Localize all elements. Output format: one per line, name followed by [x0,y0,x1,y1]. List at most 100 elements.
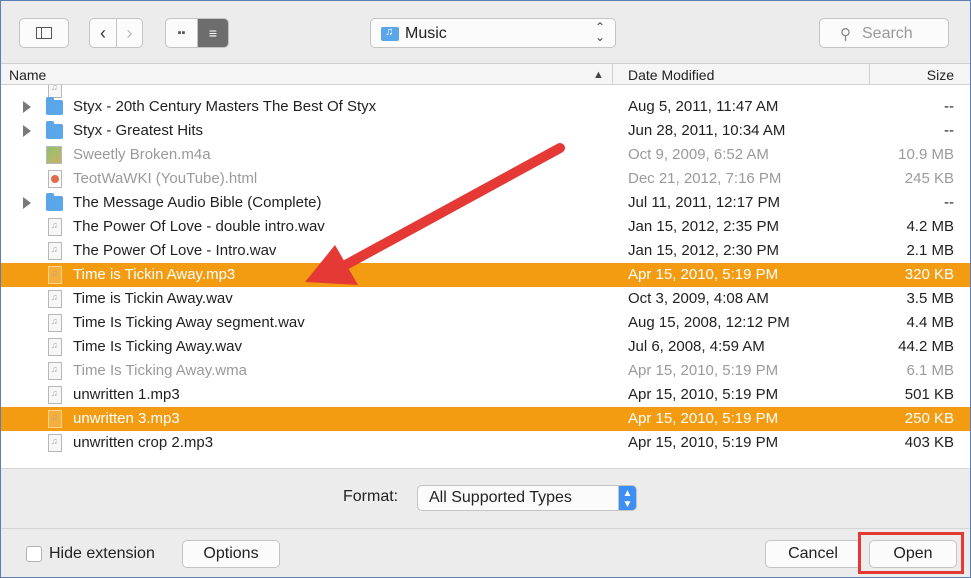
chevron-updown-icon: ⌃ ⌄ [594,20,605,44]
list-item-date: Apr 15, 2010, 5:19 PM [628,266,779,283]
list-item-date: Apr 15, 2010, 5:19 PM [628,362,779,379]
chevron-left-icon: ‹ [100,22,106,43]
list-item-size: -- [944,98,954,115]
list-item[interactable]: Sweetly Broken.m4a Oct 9, 2009, 6:52 AM 10… [1,143,970,167]
list-item[interactable]: Time Is Ticking Away.wav Jul 6, 2008, 4:5… [1,335,970,359]
list-item-name: TeotWaWKI (YouTube).html [73,170,258,187]
list-item-size: 44.2 MB [898,338,954,355]
file-icon [48,218,62,236]
list-item[interactable]: Time Is Ticking Away.wma Apr 15, 2010, 5:… [1,359,970,383]
list-item[interactable]: unwritten crop 2.mp3 Apr 15, 2010, 5:19 P… [1,431,970,455]
list-item-name: Sweetly Broken.m4a [73,146,211,163]
list-item-date: Oct 3, 2009, 4:08 AM [628,290,769,307]
list-item-name: Styx - Greatest Hits [73,122,204,139]
toolbar: ‹ › ▪▪ ≡ Music ⌃⌄ ⚲ Search [1,1,970,63]
list-item-date: Oct 9, 2009, 6:52 AM [628,146,769,163]
list-view-button[interactable]: ≡ [196,19,228,47]
open-button-highlight [858,532,964,574]
column-size[interactable]: Size [927,67,954,83]
format-value: All Supported Types [429,489,572,506]
list-icon: ≡ [208,25,218,41]
column-date-modified[interactable]: Date Modified [628,67,714,83]
list-item-date: Jan 15, 2012, 2:30 PM [628,242,779,259]
view-mode-buttons: ▪▪ ≡ [165,18,229,48]
icon-view-button[interactable]: ▪▪ [166,19,197,47]
grid-icon: ▪▪ [177,27,186,39]
list-item-name: Time is Tickin Away.wav [73,290,233,307]
list-item[interactable]: The Power Of Love - double intro.wav Jan … [1,215,970,239]
list-item-size: 501 KB [904,386,954,403]
list-item-size: 4.2 MB [906,218,954,235]
column-divider[interactable] [869,64,870,86]
list-item-size: 3.5 MB [906,290,954,307]
search-field[interactable]: ⚲ Search [819,18,949,48]
back-button[interactable]: ‹ [90,19,116,47]
column-name[interactable]: Name [9,67,46,83]
list-item[interactable]: TeotWaWKI (YouTube).html Dec 21, 2012, 7:… [1,167,970,191]
sidebar-toggle-button[interactable] [19,18,69,48]
format-bar: Format: All Supported Types ▲ ▼ [1,468,970,528]
list-item-date: Jul 11, 2011, 12:17 PM [628,194,781,211]
list-item[interactable]: Styx - 20th Century Masters The Best Of … [1,95,970,119]
location-label: Music [405,25,447,42]
format-select[interactable]: All Supported Types ▲ ▼ [417,485,637,511]
hide-extension-checkbox[interactable] [26,546,42,562]
list-item-name: The Message Audio Bible (Complete) [73,194,322,211]
list-item[interactable]: Time Is Ticking Away segment.wav Aug 15, … [1,311,970,335]
column-divider[interactable] [612,64,613,86]
hide-extension-label[interactable]: Hide extension [49,545,155,563]
list-item[interactable]: unwritten 3.mp3 Apr 15, 2010, 5:19 PM 250 … [1,407,970,431]
list-item-size: 4.4 MB [906,314,954,331]
open-file-dialog: ‹ › ▪▪ ≡ Music ⌃⌄ ⚲ Search Name ▲ Date M… [0,0,971,578]
audio-icon [46,146,62,164]
list-item-size: 245 KB [904,170,954,187]
format-label: Format: [343,488,399,505]
list-item-size: -- [944,194,954,211]
options-button[interactable]: Options [182,540,280,568]
location-popup[interactable]: Music ⌃⌄ [370,18,616,48]
chevron-updown-icon: ▲ ▼ [618,485,637,511]
file-icon [48,266,62,284]
list-item[interactable]: Time is Tickin Away.mp3 Apr 15, 2010, 5:1… [1,263,970,287]
list-item-name: Time Is Ticking Away.wma [73,362,247,379]
list-item-size: 6.1 MB [906,362,954,379]
folder-icon [46,121,63,139]
list-item-date: Jun 28, 2011, 10:34 AM [628,122,786,139]
folder-icon [46,97,63,115]
list-item-date: Apr 15, 2010, 5:19 PM [628,410,779,427]
list-item[interactable]: Time is Tickin Away.wav Oct 3, 2009, 4:08… [1,287,970,311]
list-item-date: Dec 21, 2012, 7:16 PM [628,170,782,187]
bottom-bar: Hide extension Options Cancel Open [1,528,970,577]
list-item-name: unwritten 1.mp3 [73,386,180,403]
disclosure-triangle-icon[interactable] [23,125,31,137]
html-icon [48,170,62,188]
chevron-right-icon: › [126,22,133,43]
file-icon [48,410,62,428]
disclosure-triangle-icon[interactable] [23,101,31,113]
music-folder-icon [381,26,399,41]
file-icon [48,290,62,308]
list-item-date: Jan 15, 2012, 2:35 PM [628,218,779,235]
list-item-size: 250 KB [904,410,954,427]
search-icon: ⚲ [840,26,851,43]
list-item-size: 2.1 MB [906,242,954,259]
list-item-name: Time Is Ticking Away segment.wav [73,314,305,331]
list-item-name: unwritten crop 2.mp3 [73,434,214,451]
list-item[interactable]: The Message Audio Bible (Complete) Jul 11… [1,191,970,215]
disclosure-triangle-icon[interactable] [23,197,31,209]
file-icon [48,386,62,404]
list-item-date: Apr 15, 2010, 5:19 PM [628,386,779,403]
column-header: Name ▲ Date Modified Size [1,63,970,86]
list-item[interactable]: Styx - Greatest Hits Jun 28, 2011, 10:34 … [1,119,970,143]
sidebar-icon [36,27,52,39]
file-icon [48,362,62,380]
file-list[interactable]: Styx - 20th Century Masters The Best Of … [1,85,970,468]
list-item-size: 10.9 MB [898,146,954,163]
list-item-size: 320 KB [904,266,954,283]
forward-button[interactable]: › [116,19,142,47]
list-item-name: The Power Of Love - double intro.wav [73,218,325,235]
list-item[interactable]: unwritten 1.mp3 Apr 15, 2010, 5:19 PM 501 … [1,383,970,407]
list-item[interactable]: The Power Of Love - Intro.wav Jan 15, 201… [1,239,970,263]
cancel-button[interactable]: Cancel [765,540,861,568]
list-item-name: unwritten 3.mp3 [73,410,180,427]
